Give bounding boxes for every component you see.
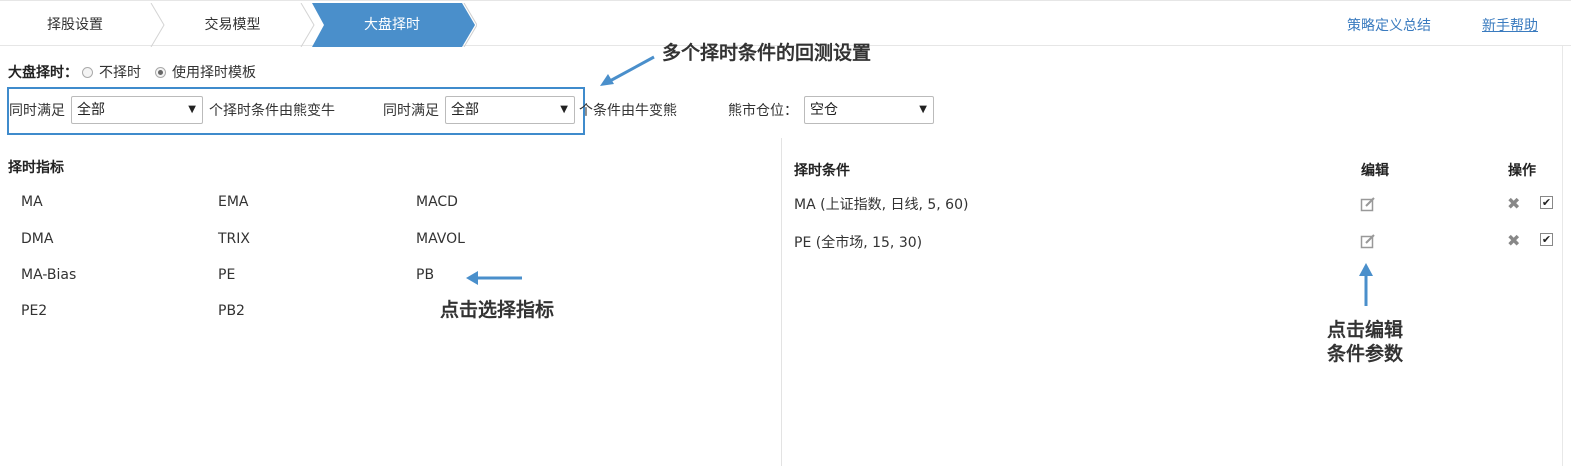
condition-row-label: MA (上证指数, 日线, 5, 60) xyxy=(794,197,969,213)
indicator-item[interactable]: PB xyxy=(416,267,434,283)
indicator-item[interactable]: MACD xyxy=(416,194,458,210)
no-timing-label: 不择时 xyxy=(99,65,141,81)
help-link[interactable]: 新手帮助 xyxy=(1482,15,1538,35)
indicator-item[interactable]: PB2 xyxy=(218,303,245,319)
bear-position-select[interactable]: 空仓 ▼ xyxy=(804,96,934,124)
indicator-item[interactable]: TRIX xyxy=(218,231,250,247)
indicators-title: 择时指标 xyxy=(8,160,64,176)
edit-icon[interactable] xyxy=(1360,196,1376,212)
timing-mode-label: 大盘择时： xyxy=(8,65,78,81)
bull-condition-select[interactable]: 全部 ▼ xyxy=(71,96,203,124)
no-timing-option[interactable]: 不择时 xyxy=(82,62,141,82)
dropdown-arrow-icon: ▼ xyxy=(560,104,568,115)
step-trading-model[interactable]: 交易模型 xyxy=(160,3,305,47)
step-stock-selection[interactable]: 择股设置 xyxy=(0,3,150,47)
annotation-select-indicator: 点击选择指标 xyxy=(440,299,555,321)
bull-condition-value: 全部 xyxy=(77,102,105,118)
action-header: 操作 xyxy=(1508,163,1536,179)
bear-condition-suffix: 个条件由牛变熊 xyxy=(579,103,677,119)
bear-position-value: 空仓 xyxy=(810,102,838,118)
bear-position-label: 熊市仓位： xyxy=(728,103,798,119)
indicator-item[interactable]: MA-Bias xyxy=(21,267,76,283)
strategy-summary-link[interactable]: 策略定义总结 xyxy=(1347,15,1431,35)
use-template-option[interactable]: 使用择时模板 xyxy=(155,62,256,82)
annotation-edit-line2: 条件参数 xyxy=(1327,343,1404,365)
indicator-item[interactable]: PE xyxy=(218,267,235,283)
annotation-arrow-icon xyxy=(600,55,655,86)
radio-no-timing[interactable] xyxy=(82,66,93,78)
indicator-item[interactable]: MA xyxy=(21,194,43,210)
conditions-header: 择时条件 xyxy=(794,163,850,179)
condition-checkbox[interactable]: ✔ xyxy=(1540,233,1553,246)
timing-mode-row: 大盘择时： 不择时 使用择时模板 xyxy=(8,62,270,82)
indicator-item[interactable]: PE2 xyxy=(21,303,47,319)
indicator-item[interactable]: MAVOL xyxy=(416,231,465,247)
dropdown-arrow-icon: ▼ xyxy=(188,104,196,115)
bear-condition-value: 全部 xyxy=(451,102,479,118)
bear-position-group: 熊市仓位： 空仓 ▼ xyxy=(728,95,934,125)
dropdown-arrow-icon: ▼ xyxy=(919,104,927,115)
delete-icon[interactable]: ✖ xyxy=(1507,233,1520,249)
meet-all-label-2: 同时满足 xyxy=(383,103,439,119)
condition-row-label: PE (全市场, 15, 30) xyxy=(794,235,923,251)
bull-condition-suffix: 个择时条件由熊变牛 xyxy=(209,103,335,119)
edit-icon[interactable] xyxy=(1360,233,1376,249)
indicator-item[interactable]: EMA xyxy=(218,194,249,210)
radio-use-template[interactable] xyxy=(155,66,166,78)
delete-icon[interactable]: ✖ xyxy=(1507,196,1520,212)
annotation-multi-conditions: 多个择时条件的回测设置 xyxy=(662,42,872,64)
step-bar: 择股设置 交易模型 大盘择时 策略定义总结 新手帮助 xyxy=(0,0,1571,47)
step-market-timing[interactable]: 大盘择时 xyxy=(312,3,472,47)
annotation-arrow-icon xyxy=(1359,263,1373,306)
condition-checkbox[interactable]: ✔ xyxy=(1540,196,1553,209)
annotation-arrow-icon xyxy=(466,271,522,285)
bull-condition-group: 同时满足 全部 ▼ 个择时条件由熊变牛 xyxy=(9,95,335,125)
bear-condition-select[interactable]: 全部 ▼ xyxy=(445,96,575,124)
indicator-item[interactable]: DMA xyxy=(21,231,53,247)
bear-condition-group: 同时满足 全部 ▼ 个条件由牛变熊 xyxy=(383,95,677,125)
panel-divider xyxy=(781,138,782,466)
right-edge-divider xyxy=(1562,46,1563,466)
edit-header: 编辑 xyxy=(1361,163,1389,179)
use-template-label: 使用择时模板 xyxy=(172,65,256,81)
meet-all-label-1: 同时满足 xyxy=(9,103,65,119)
annotation-edit-line1: 点击编辑 xyxy=(1327,319,1404,341)
